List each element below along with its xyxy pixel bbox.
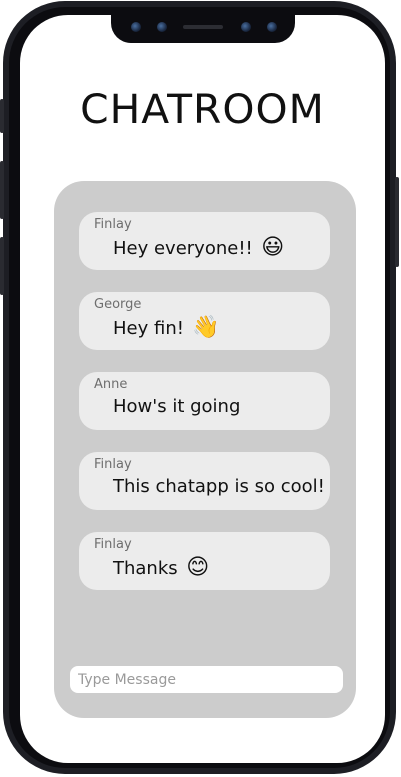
sensor-icon — [131, 22, 141, 32]
message-sender: George — [94, 297, 142, 312]
smiling-face-icon: 😊 — [186, 555, 210, 580]
message-bubble: Finlay Thanks 😊 — [79, 532, 330, 590]
message-sender: Finlay — [94, 217, 132, 232]
message-sender: Finlay — [94, 457, 132, 472]
message-sender: Finlay — [94, 537, 132, 552]
message-text: Thanks — [113, 557, 178, 579]
message-input[interactable] — [70, 666, 343, 693]
message-text-row: This chatapp is so cool! — [113, 476, 325, 497]
message-text: How's it going — [113, 396, 241, 417]
message-bubble: George Hey fin! 👋 — [79, 292, 330, 350]
message-text: Hey fin! — [113, 317, 184, 339]
waving-hand-icon: 👋 — [191, 315, 220, 340]
front-camera-icon — [157, 22, 167, 32]
speaker-grille — [183, 25, 223, 29]
message-text: This chatapp is so cool! — [113, 476, 325, 497]
mute-switch — [0, 99, 4, 133]
message-bubble: Anne How's it going — [79, 372, 330, 430]
message-sender: Anne — [94, 377, 128, 392]
page-title: CHATROOM — [80, 87, 325, 133]
sensor-icon — [267, 22, 277, 32]
message-text-row: Hey everyone!! 😃 — [113, 236, 285, 260]
message-bubble: Finlay This chatapp is so cool! — [79, 452, 330, 510]
message-text-row: Hey fin! 👋 — [113, 315, 220, 340]
phone-notch — [111, 15, 295, 43]
sensor-icon — [241, 22, 251, 32]
power-button — [395, 177, 399, 267]
message-text: Hey everyone!! — [113, 237, 253, 259]
message-text-row: Thanks 😊 — [113, 556, 210, 580]
grinning-face-icon: 😃 — [261, 235, 285, 260]
volume-up-button — [0, 161, 4, 219]
phone-frame: CHATROOM Finlay Hey everyone!! 😃 George … — [0, 1, 399, 774]
phone-screen: CHATROOM Finlay Hey everyone!! 😃 George … — [20, 15, 385, 763]
message-text-row: How's it going — [113, 396, 240, 417]
chat-panel: Finlay Hey everyone!! 😃 George Hey fin! … — [54, 181, 356, 718]
message-bubble: Finlay Hey everyone!! 😃 — [79, 212, 330, 270]
volume-down-button — [0, 237, 4, 295]
